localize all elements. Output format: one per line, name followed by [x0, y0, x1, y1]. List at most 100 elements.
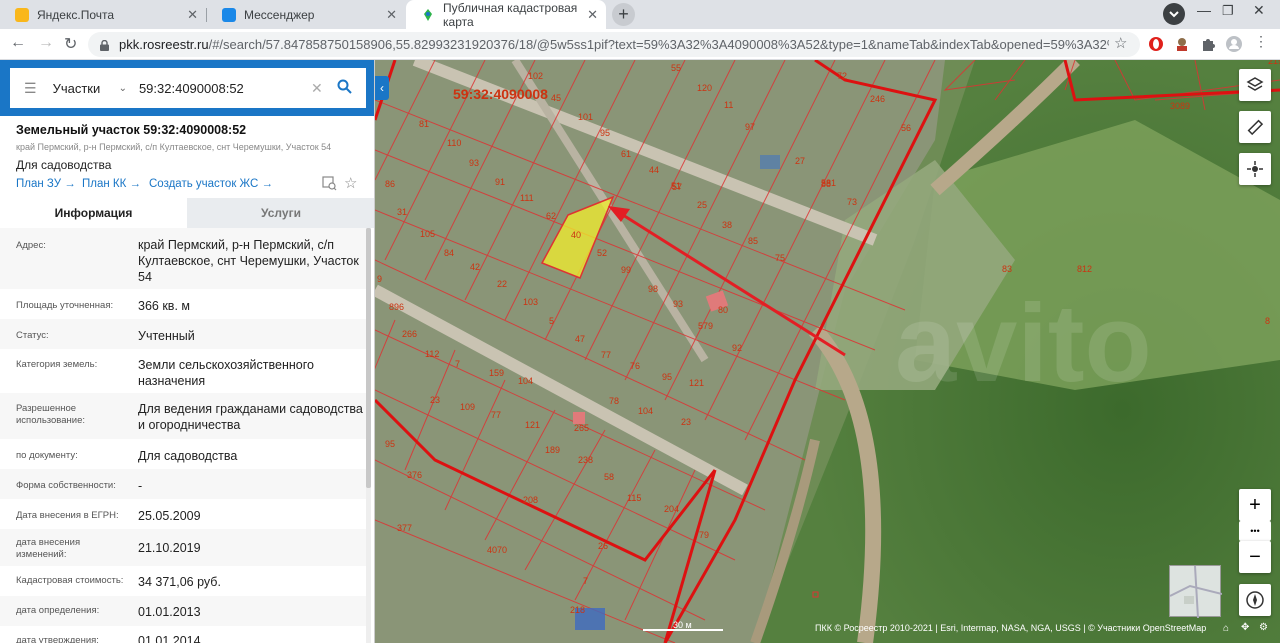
zoom-more-button[interactable]: ••• — [1239, 521, 1271, 541]
plan-kk-link[interactable]: План КК → — [82, 178, 141, 190]
parcel-number: 377 — [397, 523, 412, 533]
parcel-number: 80 — [718, 305, 728, 315]
parcel-number: 44 — [649, 165, 659, 175]
parcel-number: 208 — [523, 495, 538, 505]
panel-scrollbar[interactable] — [366, 228, 371, 643]
tab-cadastral-map[interactable]: Публичная кадастровая карта ✕ — [406, 0, 606, 29]
parcel-number: 101 — [578, 112, 593, 122]
zoom-to-parcel-icon[interactable] — [322, 176, 337, 196]
parcel-number: 579 — [698, 321, 713, 331]
info-value: 21.10.2019 — [138, 541, 201, 555]
search-input[interactable]: 59:32:4090008:52 — [139, 81, 309, 96]
browser-tab-bar: Яндекс.Почта ✕ Мессенджер ✕ Публичная ка… — [0, 0, 1280, 29]
url-field[interactable]: pkk.rosreestr.ru/#/search/57.84785875015… — [88, 32, 1140, 57]
measure-button[interactable] — [1239, 111, 1271, 143]
tab-info[interactable]: Информация — [0, 198, 187, 228]
compass-button[interactable] — [1239, 584, 1271, 616]
bookmark-star-icon[interactable]: ☆ — [1114, 34, 1130, 52]
parcel-number: 812 — [1077, 264, 1092, 274]
forward-icon[interactable]: → — [38, 34, 54, 52]
search-icon[interactable] — [337, 79, 352, 97]
parcel-number: 265 — [574, 423, 589, 433]
info-row-approval-date: дата утверждения: 01.01.2014 — [0, 626, 370, 643]
puzzle-icon[interactable] — [1200, 36, 1216, 52]
info-label: дата определения: — [16, 605, 100, 616]
parcel-number: 83 — [1002, 264, 1012, 274]
scale-label: 30 м — [673, 620, 692, 630]
crosshair-small-icon[interactable]: ✥ — [1241, 622, 1249, 633]
info-value: 01.01.2013 — [138, 605, 201, 619]
reload-icon[interactable]: ↻ — [64, 34, 77, 54]
parcel-number: 120 — [697, 83, 712, 93]
info-value: Учтенный — [138, 329, 195, 343]
parcel-title: Земельный участок 59:32:4090008:52 — [16, 123, 247, 137]
parcel-number: 61 — [621, 149, 631, 159]
parcel-number: 76 — [630, 361, 640, 371]
close-icon[interactable]: ✕ — [587, 7, 598, 23]
minimap-thumbnail[interactable] — [1169, 565, 1223, 619]
search-box: ☰ Участки ⌄ 59:32:4090008:52 ✕ — [10, 68, 366, 108]
locate-button[interactable] — [1239, 153, 1271, 185]
parcel-number: 266 — [402, 329, 417, 339]
info-value: 366 кв. м — [138, 299, 190, 313]
clear-icon[interactable]: ✕ — [311, 80, 323, 97]
profile-menu-icon[interactable] — [1163, 3, 1185, 25]
opera-extension-icon[interactable] — [1148, 36, 1164, 52]
restore-icon[interactable]: ❐ — [1222, 3, 1234, 19]
new-tab-button[interactable]: + — [612, 3, 635, 26]
info-label: Статус: — [16, 330, 49, 341]
parcel-number: 78 — [609, 396, 619, 406]
account-icon[interactable] — [1226, 36, 1242, 52]
menu-dots-icon[interactable]: ⋮ — [1254, 33, 1270, 49]
parcel-number: 105 — [420, 229, 435, 239]
close-icon[interactable]: ✕ — [187, 7, 198, 23]
info-row-determination-date: дата определения: 01.01.2013 — [0, 596, 370, 626]
rosreestr-icon — [421, 8, 435, 22]
close-icon[interactable]: ✕ — [386, 7, 397, 23]
url-path: /#/search/57.847858750158906,55.82993231… — [208, 37, 1109, 52]
info-label: Форма собственности: — [16, 480, 116, 491]
home-icon[interactable]: ⌂ — [1223, 623, 1229, 634]
parcel-number: 72 — [837, 71, 847, 81]
tab-yandex-mail[interactable]: Яндекс.Почта ✕ — [0, 0, 206, 29]
parcel-number: 23 — [430, 395, 440, 405]
tab-title: Мессенджер — [244, 7, 315, 22]
info-row-document: по документу: Для садоводства — [0, 439, 370, 469]
ruler-icon — [1247, 119, 1264, 136]
parcel-number: 25 — [697, 200, 707, 210]
search-type-select[interactable]: Участки — [53, 81, 109, 96]
parcel-info-panel: ☰ Участки ⌄ 59:32:4090008:52 ✕ Земельный… — [0, 60, 375, 643]
tab-services[interactable]: Услуги — [187, 198, 374, 228]
minimize-icon[interactable]: — — [1197, 2, 1211, 18]
parcel-number: 9 — [377, 274, 382, 284]
info-label: Дата внесения в ЕГРН: — [16, 510, 119, 521]
parcel-number: 58 — [604, 472, 614, 482]
parcel-number: 95 — [385, 439, 395, 449]
parcel-number: 45 — [551, 93, 561, 103]
zoom-out-button[interactable]: − — [1239, 541, 1271, 573]
info-row-cadastral-value: Кадастровая стоимость: 34 371,06 руб. — [0, 566, 370, 596]
plan-zu-link[interactable]: План ЗУ → — [16, 178, 76, 190]
back-icon[interactable]: ← — [10, 34, 26, 52]
parcel-number: 110 — [447, 138, 461, 148]
favorite-star-icon[interactable]: ☆ — [344, 174, 357, 192]
zoom-in-button[interactable]: + — [1239, 489, 1271, 521]
collapse-panel-button[interactable]: ‹ — [375, 76, 389, 100]
parcel-number: 112 — [425, 349, 439, 359]
parcel-number: 98 — [648, 284, 658, 294]
layers-button[interactable] — [1239, 69, 1271, 101]
info-label: Адрес: — [16, 240, 46, 251]
extension-icon[interactable] — [1174, 36, 1190, 52]
cadastral-map[interactable]: 102 55 72 246 56 3089 81 110 45 101 95 1… — [375, 60, 1280, 643]
tab-messenger[interactable]: Мессенджер ✕ — [207, 0, 405, 29]
parcel-number: 93 — [673, 299, 683, 309]
settings-icon[interactable]: ⚙ — [1259, 622, 1268, 633]
info-value: - — [138, 479, 143, 493]
parcel-number: 581 — [821, 178, 836, 188]
info-row-egrn-date: Дата внесения в ЕГРН: 25.05.2009 — [0, 499, 370, 529]
hamburger-icon[interactable]: ☰ — [24, 80, 37, 97]
info-row-area: Площадь уточненная: 366 кв. м — [0, 289, 370, 319]
chevron-down-icon[interactable]: ⌄ — [119, 83, 127, 94]
window-close-icon[interactable]: ✕ — [1253, 2, 1265, 19]
create-parcel-link[interactable]: Создать участок ЖС → — [149, 178, 273, 190]
